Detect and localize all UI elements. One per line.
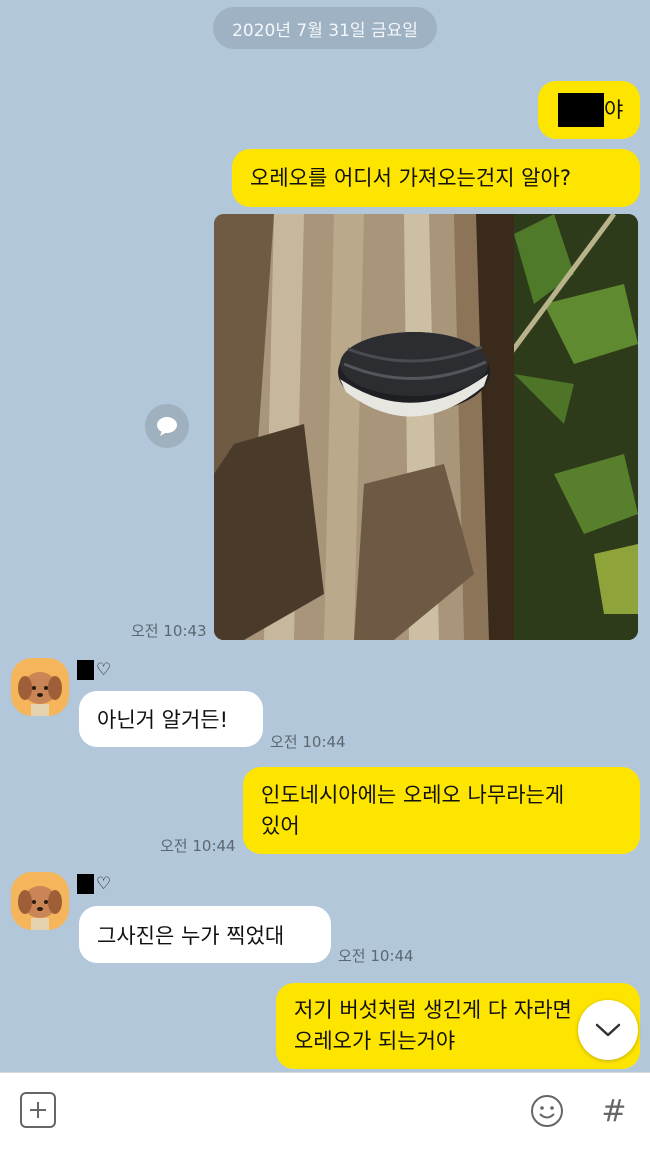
heart-icon: ♡ xyxy=(96,874,112,894)
puppy-avatar-icon xyxy=(11,872,69,930)
message-text: 그사진은 누가 찍었대 xyxy=(97,923,285,948)
hash-search-button[interactable]: # xyxy=(596,1093,632,1129)
message-text: 아닌거 알거든! xyxy=(97,708,229,732)
redacted-name xyxy=(77,874,94,894)
contact-name: ♡ xyxy=(77,874,111,894)
message-time: 오전 10:44 xyxy=(160,837,236,855)
avatar[interactable] xyxy=(11,872,69,930)
message-time: 오전 10:44 xyxy=(338,947,414,965)
avatar[interactable] xyxy=(11,658,69,716)
tree-fungus-photo-image xyxy=(214,214,638,640)
message-time: 오전 10:44 xyxy=(270,733,346,751)
speech-bubble-icon xyxy=(157,417,177,436)
photo-tree-fungus[interactable] xyxy=(214,214,638,640)
puppy-avatar-icon xyxy=(11,658,69,716)
emoji-button[interactable] xyxy=(529,1093,565,1129)
my-message-bubble[interactable]: 오레오를 어디서 가져오는건지 알아? xyxy=(232,149,640,207)
smiley-icon xyxy=(531,1095,563,1127)
other-message-bubble[interactable]: 그사진은 누가 찍었대 xyxy=(79,906,331,963)
other-message-bubble[interactable]: 아닌거 알거든! xyxy=(79,691,263,747)
my-message-bubble[interactable]: 인도네시아에는 오레오 나무라는게 있어 xyxy=(243,767,640,854)
message-time: 오전 10:43 xyxy=(131,622,207,640)
message-input-bar[interactable]: # xyxy=(0,1072,650,1150)
message-text-line: 있어 xyxy=(261,813,300,838)
message-text-line: 저기 버섯처럼 생긴게 다 자라면 xyxy=(294,998,572,1022)
my-message-bubble[interactable]: 야 xyxy=(538,81,640,139)
heart-icon: ♡ xyxy=(96,660,112,680)
message-text-line: 인도네시아에는 오레오 나무라는게 xyxy=(261,782,565,807)
chevron-down-icon xyxy=(595,1023,621,1037)
contact-name: ♡ xyxy=(77,660,111,680)
share-photo-button[interactable] xyxy=(145,404,189,448)
redacted-name xyxy=(77,660,94,680)
message-text-line: 오레오가 되는거야 xyxy=(294,1029,456,1053)
message-text: 오레오를 어디서 가져오는건지 알아? xyxy=(250,165,571,190)
attach-button[interactable] xyxy=(20,1092,56,1128)
date-divider: 2020년 7월 31일 금요일 xyxy=(213,7,437,49)
scroll-to-bottom-button[interactable] xyxy=(578,1000,638,1060)
message-text: 야 xyxy=(604,97,624,122)
plus-icon xyxy=(30,1102,46,1118)
redacted-name xyxy=(558,93,604,127)
